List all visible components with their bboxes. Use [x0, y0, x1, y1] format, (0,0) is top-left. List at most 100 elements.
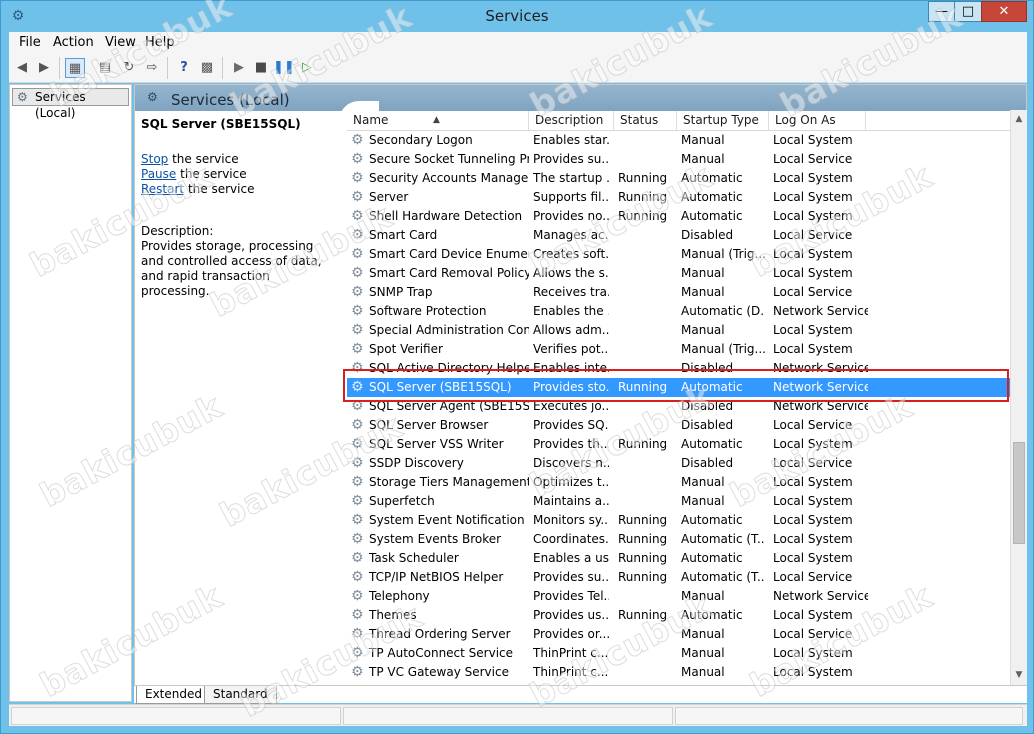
forward-icon[interactable]: ▶ [34, 58, 54, 78]
table-row-selected[interactable]: ⚙ SQL Server (SBE15SQL) Provides sto... Run… [347, 378, 1026, 397]
cell-status: Running [618, 608, 668, 622]
table-row[interactable]: ⚙ System Events Broker Coordinates... Runni… [347, 530, 1026, 549]
description-label: Description: [141, 224, 214, 238]
show-hide-icon[interactable]: ▩ [197, 58, 217, 78]
title-bar[interactable]: ⚙ Services — □ ✕ [1, 1, 1033, 32]
table-row[interactable]: ⚙ Server Supports fil... Running Automatic Lo… [347, 188, 1026, 207]
table-row[interactable]: ⚙ Storage Tiers Management Optimizes t... M… [347, 473, 1026, 492]
table-row[interactable]: ⚙ Smart Card Removal Policy Allows the s..… [347, 264, 1026, 283]
tree-item-services-local[interactable]: ⚙ Services (Local) [12, 88, 129, 120]
services-gear-icon: ⚙ [147, 90, 158, 104]
table-row[interactable]: ⚙ Security Accounts Manager The startup ..… [347, 169, 1026, 188]
services-gear-icon: ⚙ [17, 90, 28, 104]
cell-name: ⚙ Secondary Logon [351, 133, 529, 147]
table-row[interactable]: ⚙ SSDP Discovery Discovers n... Disabled Loc… [347, 454, 1026, 473]
menu-file[interactable]: File [19, 35, 41, 50]
table-row[interactable]: ⚙ SNMP Trap Receives tra... Manual Local Ser… [347, 283, 1026, 302]
cell-name: ⚙ Secure Socket Tunneling Pr... [351, 152, 529, 166]
table-row[interactable]: ⚙ TP AutoConnect Service ThinPrint c... Man… [347, 644, 1026, 663]
console-tree-icon[interactable]: ▦ [65, 58, 85, 78]
refresh-icon[interactable]: ↻ [119, 58, 139, 78]
cell-log-on-as: Local System [773, 190, 853, 204]
service-gear-icon: ⚙ [351, 285, 364, 299]
menu-action[interactable]: Action [53, 35, 94, 50]
table-row[interactable]: ⚙ Software Protection Enables the ... Autom… [347, 302, 1026, 321]
stop-service-icon[interactable]: ■ [251, 58, 271, 78]
table-row[interactable]: ⚙ SQL Server Agent (SBE15SQL) Executes jo.… [347, 397, 1026, 416]
cell-log-on-as: Local Service [773, 152, 853, 166]
cell-name: ⚙ Software Protection [351, 304, 529, 318]
cell-log-on-as: Local System [773, 646, 853, 660]
cell-startup-type: Manual [681, 323, 725, 337]
tab-standard[interactable]: Standard [204, 686, 277, 704]
main-header-title: Services (Local) [171, 91, 290, 109]
table-row[interactable]: ⚙ SQL Active Directory Helper... Enables i… [347, 359, 1026, 378]
services-window: ⚙ Services — □ ✕ File Action View Help ◀… [0, 0, 1034, 734]
column-header-description[interactable]: Description [529, 111, 614, 130]
service-name: TCP/IP NetBIOS Helper [369, 570, 504, 584]
scroll-down-icon[interactable]: ▼ [1013, 668, 1025, 682]
stop-service-link[interactable]: Stop [141, 152, 168, 166]
cell-startup-type: Automatic [681, 190, 743, 204]
cell-name: ⚙ SQL Server VSS Writer [351, 437, 529, 451]
cell-startup-type: Manual [681, 646, 725, 660]
table-row[interactable]: ⚙ Task Scheduler Enables a us... Running Aut… [347, 549, 1026, 568]
close-button[interactable]: ✕ [981, 1, 1027, 22]
toolbar-separator [167, 57, 168, 79]
table-row[interactable]: ⚙ Special Administration Con... Allows adm… [347, 321, 1026, 340]
cell-description: Monitors sy... [533, 513, 609, 527]
column-header-status[interactable]: Status [614, 111, 677, 130]
cell-description: Discovers n... [533, 456, 609, 470]
table-row[interactable]: ⚙ SQL Server Browser Provides SQ... Disable… [347, 416, 1026, 435]
service-name: Superfetch [369, 494, 435, 508]
table-row[interactable]: ⚙ Secure Socket Tunneling Pr... Provides s… [347, 150, 1026, 169]
column-header-name[interactable]: Name ▲ [347, 111, 529, 130]
service-gear-icon: ⚙ [351, 171, 364, 185]
help-icon[interactable]: ? [174, 58, 194, 78]
services-list: Name ▲ Description Status Startup Type L… [347, 111, 1026, 683]
scroll-up-icon[interactable]: ▲ [1013, 112, 1025, 126]
properties-icon[interactable]: ▤ [95, 58, 115, 78]
cell-startup-type: Manual (Trig... [681, 247, 765, 261]
table-row[interactable]: ⚙ Spot Verifier Verifies pot... Manual (Tri… [347, 340, 1026, 359]
cell-status: Running [618, 437, 668, 451]
cell-startup-type: Manual [681, 494, 725, 508]
tab-extended[interactable]: Extended [136, 686, 211, 704]
start-service-icon[interactable]: ▶ [229, 58, 249, 78]
table-row[interactable]: ⚙ TCP/IP NetBIOS Helper Provides su... Runn… [347, 568, 1026, 587]
table-row[interactable]: ⚙ Shell Hardware Detection Provides no... R… [347, 207, 1026, 226]
export-icon[interactable]: ⇨ [142, 58, 162, 78]
cell-log-on-as: Local System [773, 342, 853, 356]
table-row[interactable]: ⚙ Superfetch Maintains a... Manual Local Sys… [347, 492, 1026, 511]
table-row[interactable]: ⚙ Telephony Provides Tel... Manual Network S… [347, 587, 1026, 606]
restart-service-link[interactable]: Restart [141, 182, 184, 196]
menu-view[interactable]: View [105, 35, 136, 50]
scroll-thumb[interactable] [1013, 442, 1025, 544]
table-row[interactable]: ⚙ Thread Ordering Server Provides or... Man… [347, 625, 1026, 644]
table-row[interactable]: ⚙ SQL Server VSS Writer Provides th... Runn… [347, 435, 1026, 454]
menu-help[interactable]: Help [145, 35, 175, 50]
vertical-scrollbar[interactable]: ▲ ▼ [1010, 110, 1027, 685]
back-icon[interactable]: ◀ [12, 58, 32, 78]
cell-log-on-as: Local System [773, 494, 853, 508]
resume-service-icon[interactable]: ▷ [297, 58, 317, 78]
cell-status: Running [618, 171, 668, 185]
cell-name: ⚙ SNMP Trap [351, 285, 529, 299]
maximize-button[interactable]: □ [954, 1, 982, 22]
table-row[interactable]: ⚙ Themes Provides us... Running Automatic Loc… [347, 606, 1026, 625]
minimize-button[interactable]: — [928, 1, 955, 22]
pause-service-link[interactable]: Pause [141, 167, 176, 181]
cell-description: Enables star... [533, 133, 609, 147]
cell-startup-type: Manual [681, 133, 725, 147]
table-row[interactable]: ⚙ TP VC Gateway Service ThinPrint c... Manu… [347, 663, 1026, 682]
service-gear-icon: ⚙ [351, 361, 364, 375]
pause-service-icon[interactable]: ❚❚ [273, 58, 295, 78]
column-header-startup-type[interactable]: Startup Type [677, 111, 769, 130]
cell-status: Running [618, 513, 668, 527]
table-row[interactable]: ⚙ Smart Card Manages ac... Disabled Local Se… [347, 226, 1026, 245]
column-header-log-on-as[interactable]: Log On As [769, 111, 866, 130]
table-row[interactable]: ⚙ System Event Notification S... Monitors … [347, 511, 1026, 530]
table-row[interactable]: ⚙ Secondary Logon Enables star... Manual Loc… [347, 131, 1026, 150]
service-gear-icon: ⚙ [351, 551, 364, 565]
table-row[interactable]: ⚙ Smart Card Device Enumera... Creates sof… [347, 245, 1026, 264]
